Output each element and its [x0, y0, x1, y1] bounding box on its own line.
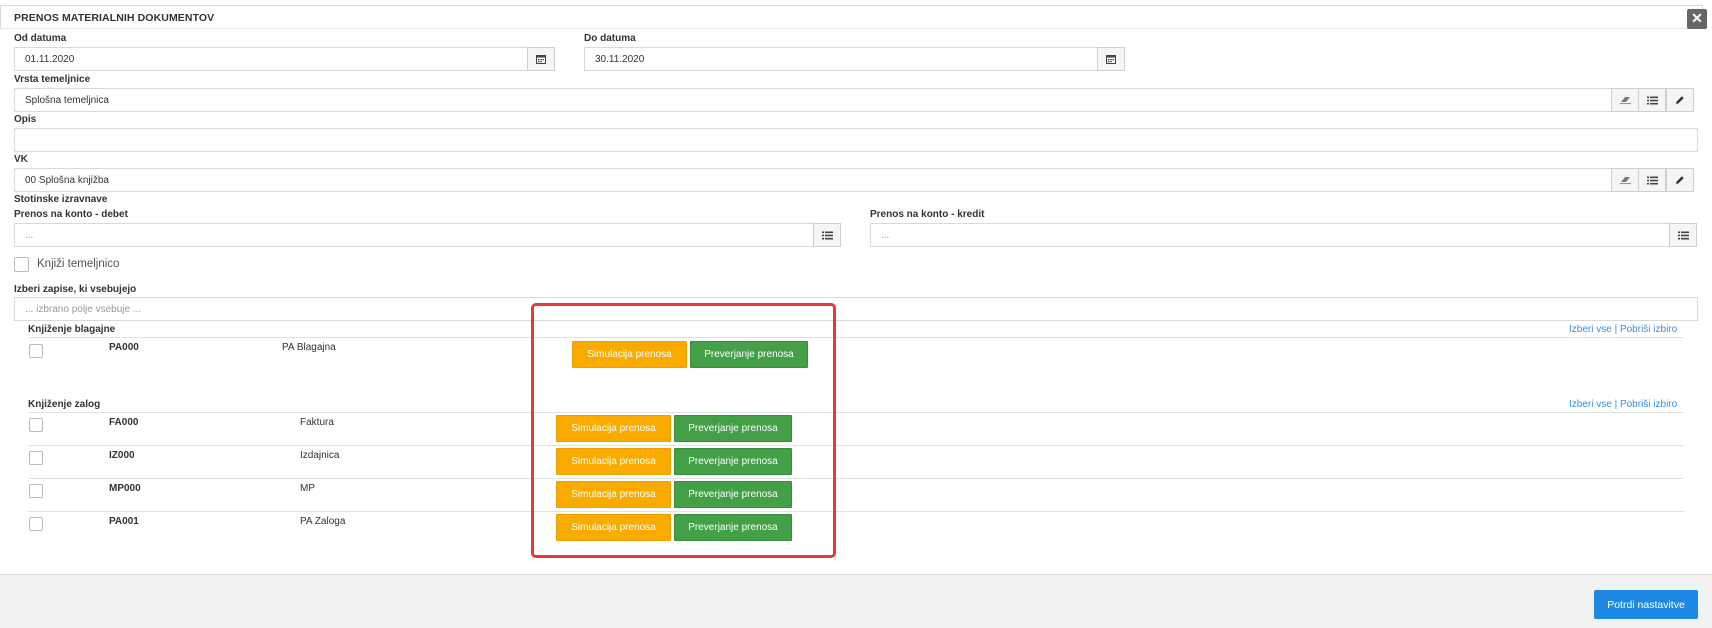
- journal-type-list-button[interactable]: [1638, 88, 1666, 112]
- row-checkbox-pa001[interactable]: [29, 517, 43, 531]
- filter-label: Izberi zapise, ki vsebujejo: [14, 284, 137, 295]
- description-label: Opis: [14, 114, 37, 125]
- cash-clear-selection-link[interactable]: Pobriši izbiro: [1620, 324, 1677, 335]
- vk-label: VK: [14, 154, 28, 165]
- row-name: Faktura: [300, 417, 334, 428]
- debit-account-list-button[interactable]: [813, 223, 841, 247]
- credit-account-label: Prenos na konto - kredit: [870, 209, 985, 220]
- close-button[interactable]: ✕: [1687, 9, 1707, 29]
- vk-clear-button[interactable]: [1611, 168, 1639, 192]
- row-name: Izdajnica: [300, 450, 340, 461]
- confirm-settings-button[interactable]: Potrdi nastavitve: [1594, 590, 1698, 619]
- cash-section-links: Izberi vse | Pobriši izbiro: [1569, 324, 1677, 335]
- row-code: IZ000: [109, 450, 135, 461]
- vk-input[interactable]: 00 Splošna knjižba: [14, 168, 1612, 192]
- pencil-icon: [1676, 176, 1684, 184]
- row-code: PA000: [109, 342, 139, 353]
- description-input[interactable]: [14, 128, 1698, 152]
- row-checkbox-mp000[interactable]: [29, 484, 43, 498]
- credit-account-input[interactable]: ...: [870, 223, 1670, 247]
- row-checkbox-iz000[interactable]: [29, 451, 43, 465]
- row-code: PA001: [109, 516, 139, 527]
- inventory-select-all-link[interactable]: Izberi vse: [1569, 399, 1612, 410]
- post-journal-label: Knjiži temeljnico: [37, 258, 120, 270]
- dialog-title-bar: PRENOS MATERIALNIH DOKUMENTOV: [0, 5, 1703, 29]
- vk-list-button[interactable]: [1638, 168, 1666, 192]
- debit-account-label: Prenos na konto - debet: [14, 209, 128, 220]
- pencil-icon: [1676, 96, 1684, 104]
- link-separator: |: [1611, 324, 1620, 335]
- debit-account-input[interactable]: ...: [14, 223, 814, 247]
- journal-type-input[interactable]: Splošna temeljnica: [14, 88, 1612, 112]
- to-date-input[interactable]: 30.11.2020: [584, 47, 1098, 71]
- divider: [28, 511, 1684, 512]
- transfer-dialog: PRENOS MATERIALNIH DOKUMENTOV ✕ Od datum…: [0, 0, 1712, 628]
- eraser-icon: [1619, 177, 1631, 184]
- list-icon: [821, 231, 833, 239]
- row-code: MP000: [109, 483, 141, 494]
- inventory-clear-selection-link[interactable]: Pobriši izbiro: [1620, 399, 1677, 410]
- calendar-icon: [536, 55, 546, 64]
- cent-adjustments-label: Stotinske izravnave: [14, 194, 108, 205]
- credit-account-list-button[interactable]: [1669, 223, 1697, 247]
- vk-edit-button[interactable]: [1666, 168, 1694, 192]
- divider: [28, 478, 1684, 479]
- journal-type-edit-button[interactable]: [1666, 88, 1694, 112]
- to-date-label: Do datuma: [584, 33, 636, 44]
- list-icon: [1646, 96, 1658, 104]
- journal-type-clear-button[interactable]: [1611, 88, 1639, 112]
- filter-placeholder: ... izbrano polje vsebuje ...: [25, 304, 142, 315]
- highlight-box: [531, 303, 836, 558]
- journal-type-label: Vrsta temeljnice: [14, 74, 91, 85]
- row-name: PA Blagajna: [282, 342, 336, 353]
- dialog-title: PRENOS MATERIALNIH DOKUMENTOV: [14, 12, 215, 24]
- calendar-icon: [1106, 55, 1116, 64]
- row-name: PA Zaloga: [300, 516, 346, 527]
- cash-select-all-link[interactable]: Izberi vse: [1569, 324, 1612, 335]
- divider: [28, 445, 1684, 446]
- row-name: MP: [300, 483, 315, 494]
- cash-section-title: Knjiženje blagajne: [28, 324, 116, 335]
- divider: [28, 337, 1684, 338]
- row-checkbox-pa000[interactable]: [29, 344, 43, 358]
- post-journal-checkbox[interactable]: [14, 257, 29, 272]
- to-date-calendar-button[interactable]: [1097, 47, 1125, 71]
- eraser-icon: [1619, 97, 1631, 104]
- inventory-section-links: Izberi vse | Pobriši izbiro: [1569, 399, 1677, 410]
- row-code: FA000: [109, 417, 139, 428]
- inventory-section-title: Knjiženje zalog: [28, 399, 101, 410]
- list-icon: [1677, 231, 1689, 239]
- dialog-footer: [0, 574, 1712, 628]
- from-date-label: Od datuma: [14, 33, 67, 44]
- link-separator: |: [1611, 399, 1620, 410]
- list-icon: [1646, 176, 1658, 184]
- from-date-calendar-button[interactable]: [527, 47, 555, 71]
- divider: [28, 412, 1684, 413]
- row-checkbox-fa000[interactable]: [29, 418, 43, 432]
- from-date-input[interactable]: 01.11.2020: [14, 47, 528, 71]
- filter-input[interactable]: ... izbrano polje vsebuje ...: [14, 297, 1698, 321]
